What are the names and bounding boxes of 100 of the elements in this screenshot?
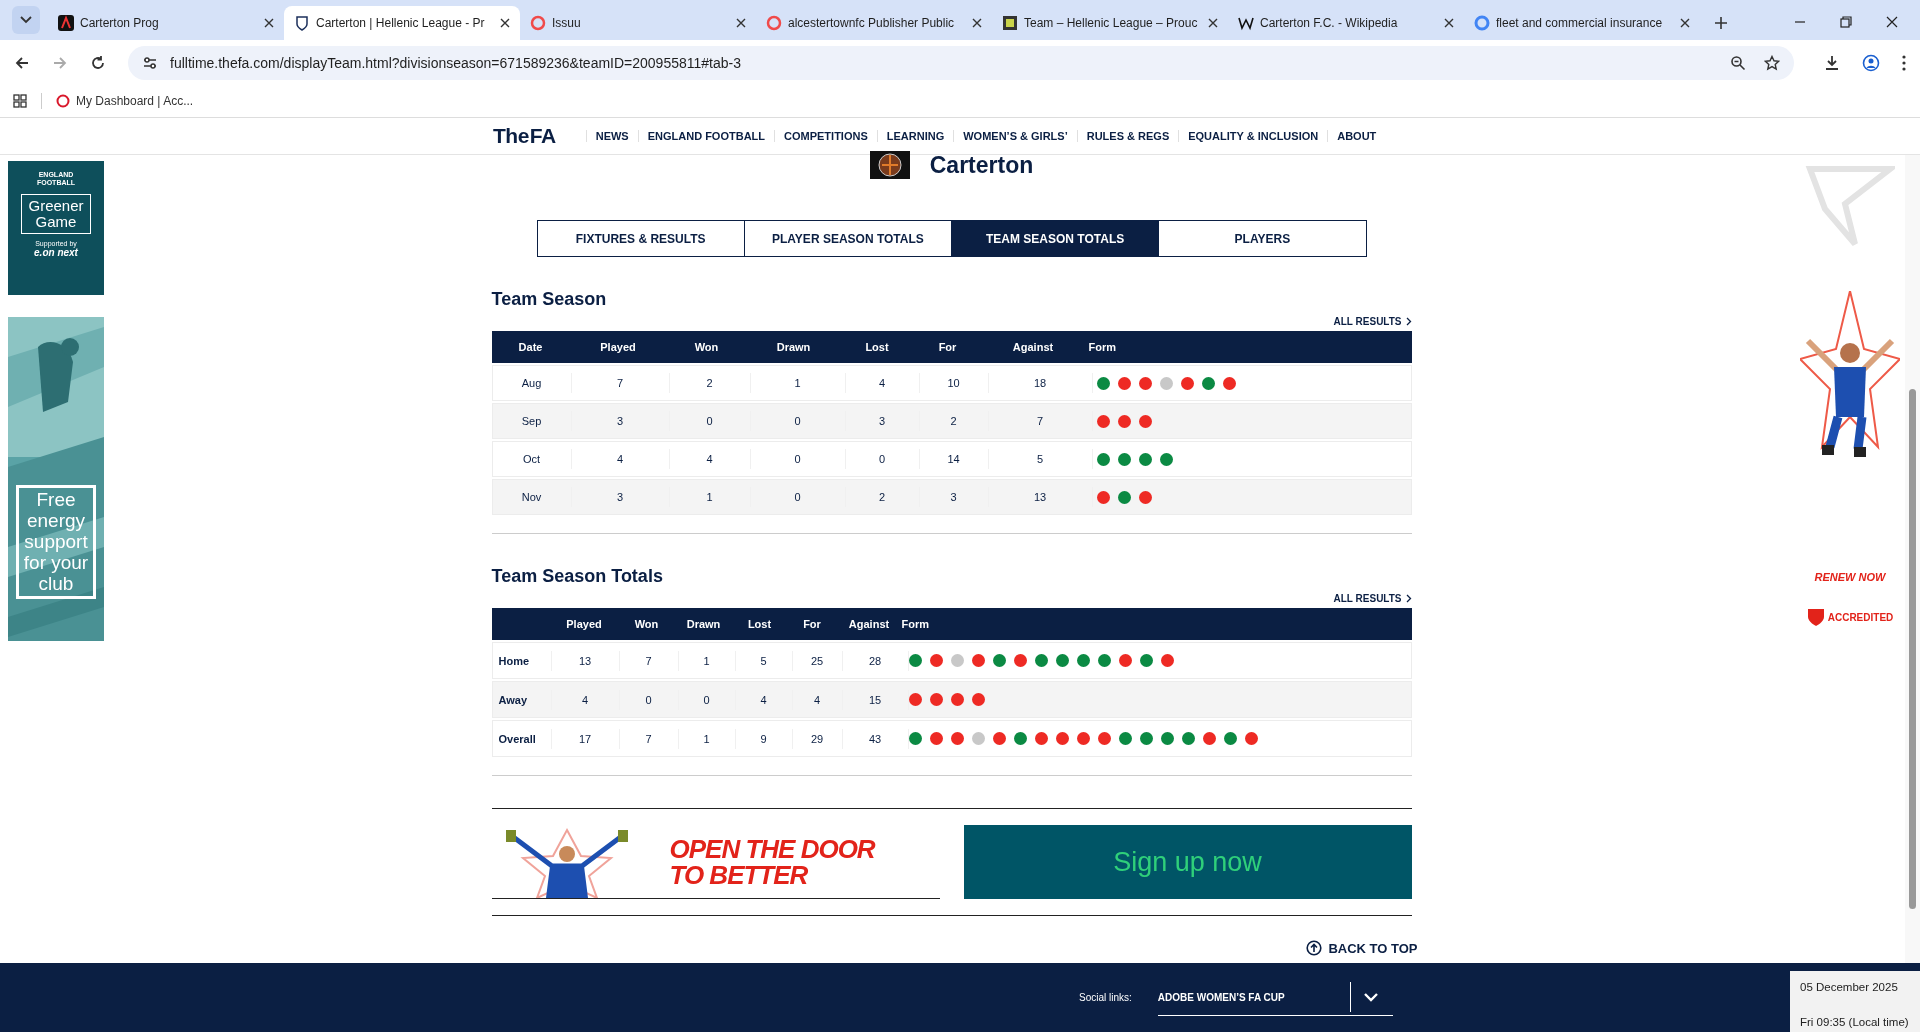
tune-icon[interactable] bbox=[142, 54, 158, 71]
nav-link[interactable]: EQUALITY & INCLUSION bbox=[1178, 130, 1328, 142]
table-cell: 4 bbox=[735, 689, 793, 710]
browser-tab[interactable]: fleet and commercial insurance bbox=[1464, 6, 1700, 40]
table-cell: 4 bbox=[669, 449, 751, 469]
ring-icon bbox=[530, 15, 546, 31]
browser-tab[interactable]: Carterton Prog bbox=[48, 6, 284, 40]
promo-banner[interactable]: OPEN THE DOOR TO BETTER bbox=[491, 825, 940, 899]
zigzag-icon bbox=[1238, 15, 1254, 31]
tab-title: Team – Hellenic League – Prouc bbox=[1024, 16, 1199, 30]
ring-icon bbox=[1474, 15, 1490, 31]
table-cell: Oct bbox=[492, 449, 572, 469]
close-icon[interactable] bbox=[264, 18, 274, 28]
table-cell: 0 bbox=[750, 449, 846, 469]
table-cell: Overall bbox=[492, 728, 552, 749]
all-results-link[interactable]: ALL RESULTS bbox=[1333, 593, 1412, 604]
tab-title: fleet and commercial insurance bbox=[1496, 16, 1664, 30]
section-tab[interactable]: TEAM SEASON TOTALS bbox=[951, 221, 1159, 256]
browser-tab[interactable]: Issuu bbox=[520, 6, 756, 40]
browser-tab[interactable]: Team – Hellenic League – Prouc bbox=[992, 6, 1228, 40]
table-cell: 14 bbox=[919, 449, 989, 469]
browser-tab[interactable]: alcestertownfc Publisher Public bbox=[756, 6, 992, 40]
nav-link[interactable]: LEARNING bbox=[876, 130, 954, 142]
tab-title: Carterton F.C. - Wikipedia bbox=[1260, 16, 1399, 30]
tab-title: Carterton | Hellenic League - Pr bbox=[316, 16, 486, 30]
team-name: Carterton bbox=[929, 151, 1034, 179]
renew-now-link[interactable]: RENEW NOW bbox=[1814, 571, 1886, 583]
table-cell: 5 bbox=[735, 650, 793, 671]
chevron-right-icon bbox=[1405, 594, 1412, 603]
column-header: For bbox=[802, 618, 822, 630]
table-cell: 3 bbox=[845, 411, 920, 431]
table-cell: 1 bbox=[678, 728, 736, 749]
table-cell: 2 bbox=[919, 411, 989, 431]
browser-tab[interactable]: Carterton F.C. - Wikipedia bbox=[1228, 6, 1464, 40]
chevron-right-icon bbox=[1405, 317, 1412, 326]
table-cell: 0 bbox=[750, 487, 846, 507]
browser-tab[interactable]: Carterton | Hellenic League - Pr bbox=[284, 6, 520, 40]
table-cell: 17 bbox=[551, 728, 620, 749]
nav-link[interactable]: WOMEN’S & GIRLS’ bbox=[953, 130, 1077, 142]
table-cell: 4 bbox=[571, 449, 670, 469]
back-to-top-link[interactable]: BACK TO TOP bbox=[1306, 940, 1418, 956]
close-icon[interactable] bbox=[736, 18, 746, 28]
banner-headline: OPEN THE DOOR TO BETTER bbox=[669, 835, 877, 888]
close-icon[interactable] bbox=[1208, 18, 1218, 28]
ad-text[interactable]: Free energy support for your club bbox=[16, 485, 96, 600]
close-icon[interactable] bbox=[972, 18, 982, 28]
zoom-icon[interactable] bbox=[1730, 54, 1746, 71]
site-logo[interactable]: TheFA bbox=[493, 124, 556, 148]
nav-link[interactable]: COMPETITIONS bbox=[774, 130, 877, 142]
all-results-link[interactable]: ALL RESULTS bbox=[1333, 316, 1412, 327]
peak-icon bbox=[58, 15, 74, 31]
square-icon bbox=[1002, 15, 1018, 31]
reload-icon[interactable] bbox=[90, 54, 106, 71]
column-header: Against bbox=[1011, 341, 1055, 353]
table-cell: 5 bbox=[988, 449, 1093, 469]
nav-link[interactable]: RULES & REGS bbox=[1076, 130, 1179, 142]
table-cell: 2 bbox=[845, 487, 920, 507]
back-icon[interactable] bbox=[14, 54, 30, 71]
table-cell: 13 bbox=[988, 487, 1093, 507]
nav-link[interactable]: ENGLAND FOOTBALL bbox=[637, 130, 774, 142]
section-title: Team Season bbox=[491, 289, 608, 310]
sign-up-banner[interactable]: Sign up now bbox=[963, 825, 1412, 899]
table-cell: 1 bbox=[750, 373, 846, 393]
tab-search-icon[interactable] bbox=[12, 6, 40, 34]
chevron-down-icon bbox=[1362, 992, 1379, 1002]
tab-title: Carterton Prog bbox=[80, 16, 160, 30]
column-header: Played bbox=[565, 618, 603, 630]
apps-icon[interactable] bbox=[13, 94, 27, 108]
table-cell: 4 bbox=[551, 689, 620, 710]
address-field[interactable]: fulltime.thefa.com/displayTeam.html?divisionseason=671589236&teamID=200955811#tab-3 bbox=[128, 45, 1794, 80]
table-cell: 29 bbox=[792, 728, 843, 749]
profile-icon[interactable] bbox=[1862, 53, 1880, 72]
social-select[interactable]: ADOBE WOMEN’S FA CUP bbox=[1157, 979, 1393, 1016]
nav-link[interactable]: NEWS bbox=[585, 130, 638, 142]
new-tab-icon[interactable] bbox=[1714, 16, 1728, 30]
table-cell: Sep bbox=[492, 411, 572, 431]
column-header: Played bbox=[599, 341, 637, 353]
close-icon[interactable] bbox=[1444, 18, 1454, 28]
close-icon[interactable] bbox=[500, 18, 510, 28]
clock-tooltip: 05 December 2025 Fri 09:35 (Local time) bbox=[1790, 971, 1920, 1032]
close-icon[interactable] bbox=[1680, 18, 1690, 28]
table-cell: 0 bbox=[678, 689, 736, 710]
table-cell: 28 bbox=[842, 650, 909, 671]
table-cell: Aug bbox=[492, 373, 572, 393]
column-header: Drawn bbox=[685, 618, 722, 630]
menu-icon[interactable] bbox=[1902, 54, 1906, 71]
restore-icon[interactable] bbox=[1840, 16, 1852, 28]
table-cell: 13 bbox=[551, 650, 620, 671]
close-icon[interactable] bbox=[1886, 16, 1898, 28]
table-cell: 7 bbox=[619, 650, 679, 671]
table-cell: 7 bbox=[619, 728, 679, 749]
table-cell: 25 bbox=[792, 650, 843, 671]
table-cell: 1 bbox=[678, 650, 736, 671]
section-title: Team Season Totals bbox=[491, 566, 664, 587]
download-icon[interactable] bbox=[1824, 54, 1840, 71]
social-label: Social links: bbox=[1079, 992, 1132, 1003]
nav-link[interactable]: ABOUT bbox=[1327, 130, 1386, 142]
table-cell: 9 bbox=[735, 728, 793, 749]
table-cell: 4 bbox=[792, 689, 843, 710]
scrollbar-thumb[interactable] bbox=[1909, 389, 1916, 909]
